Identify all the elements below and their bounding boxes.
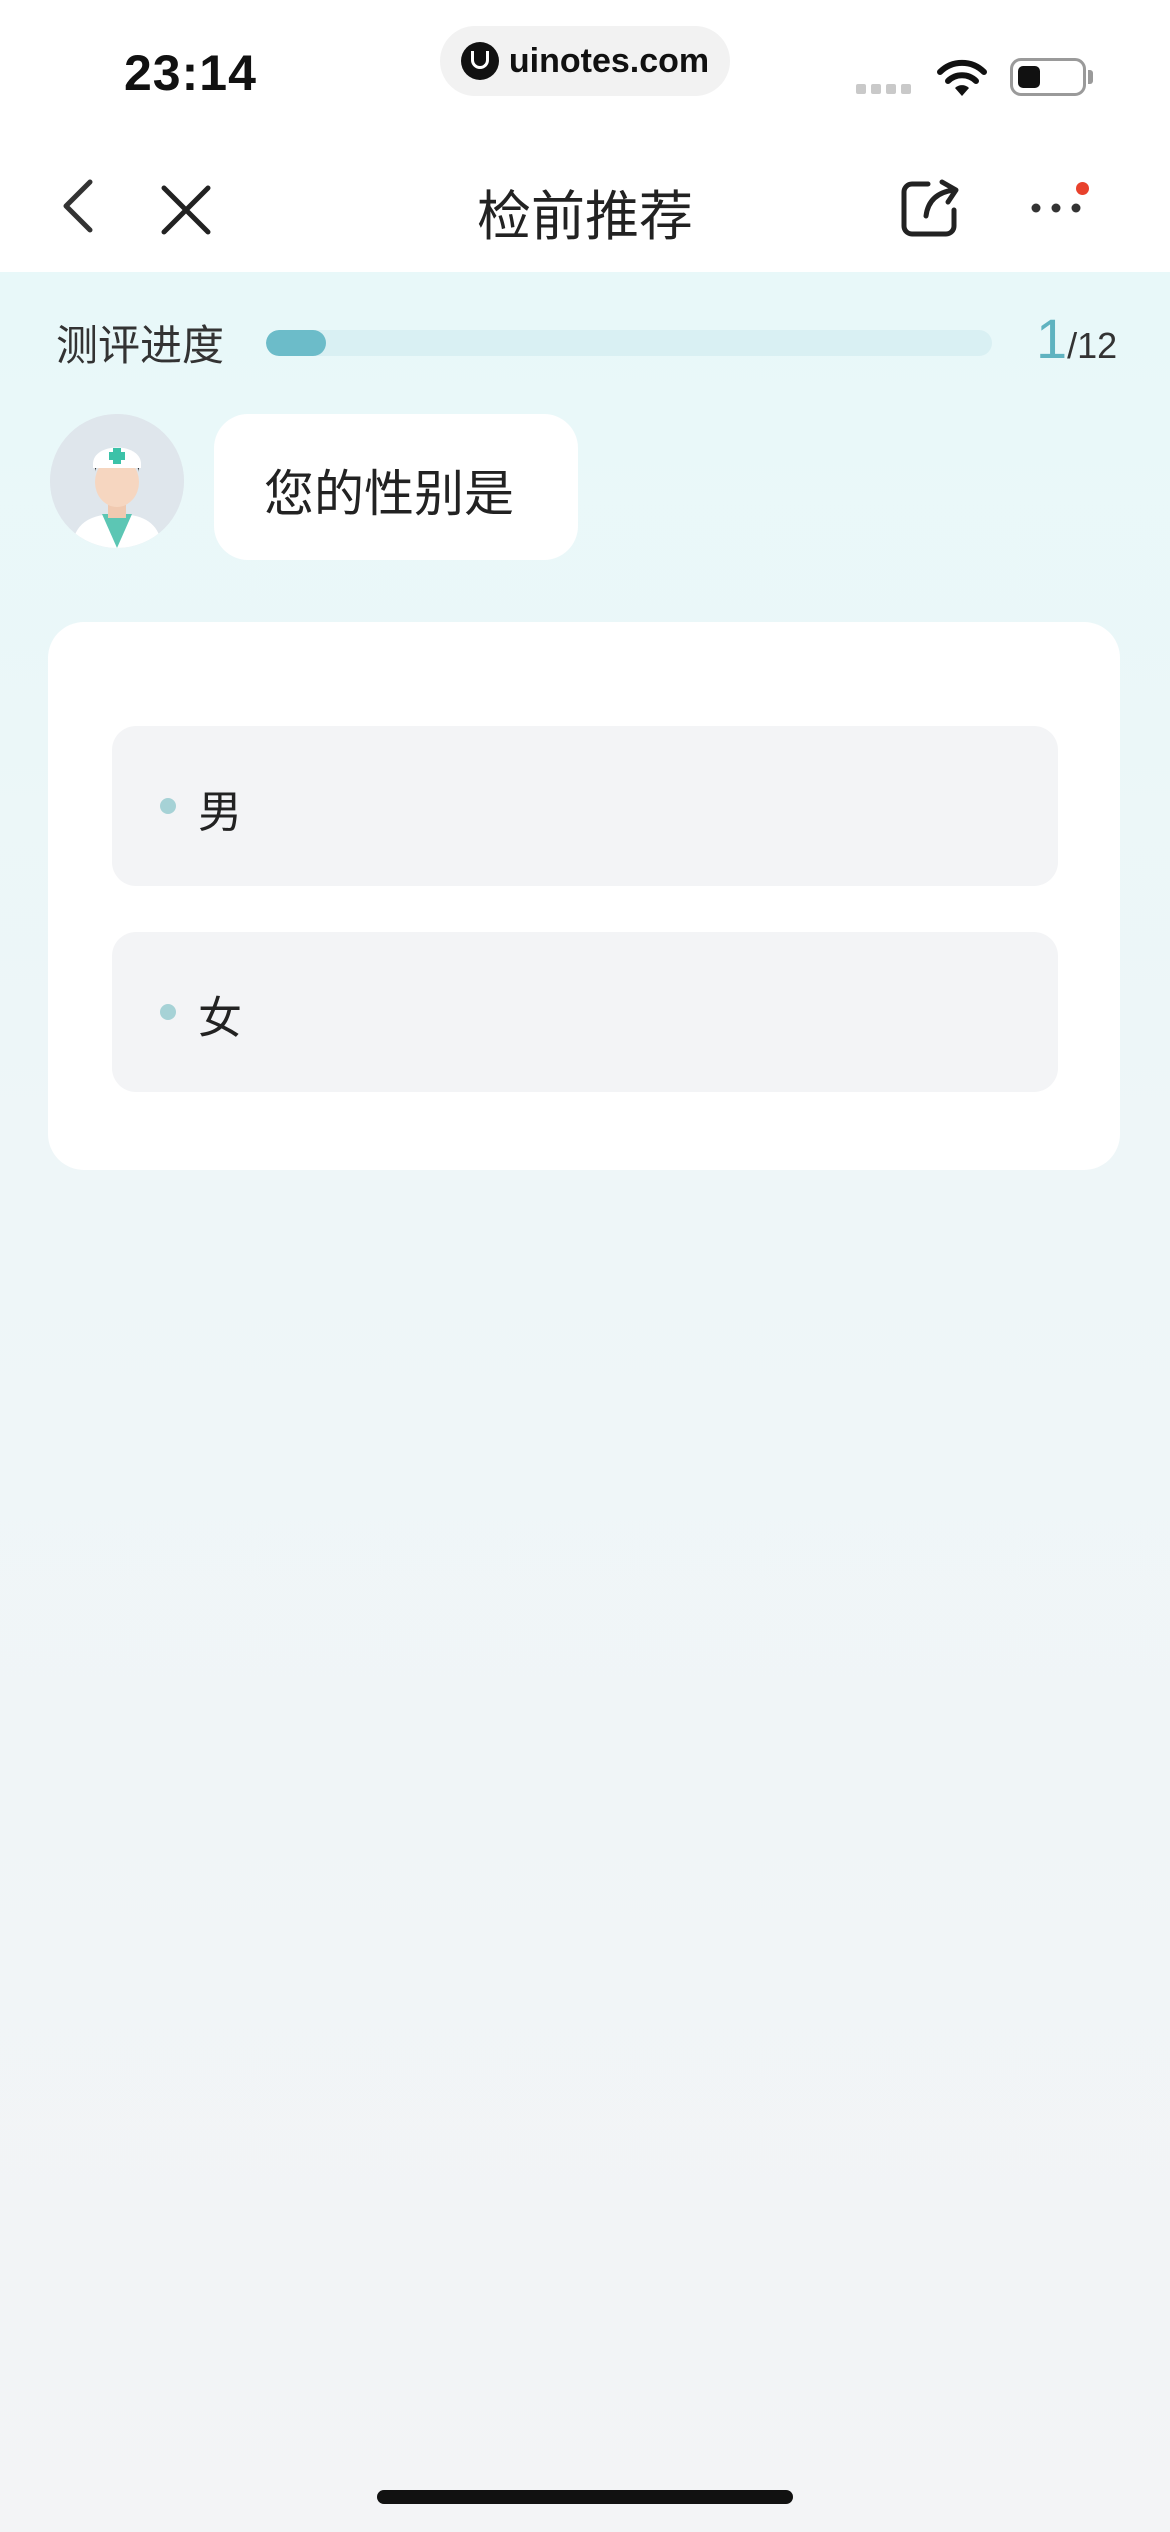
option-bullet-icon xyxy=(160,1004,176,1020)
screen: 23:14 uinotes.com 检前推荐 测评进度 1/12 您的性别是 男… xyxy=(0,0,1170,2532)
url-text: uinotes.com xyxy=(508,41,710,80)
options-card: 男 女 xyxy=(48,622,1120,1170)
option-bullet-icon xyxy=(160,798,176,814)
cellular-signal-icon xyxy=(856,84,911,94)
progress-fill xyxy=(266,330,327,356)
status-time: 23:14 xyxy=(124,45,257,101)
progress-total: /12 xyxy=(1067,325,1118,366)
url-pill[interactable]: uinotes.com xyxy=(440,26,730,96)
content-area: 测评进度 1/12 您的性别是 男 女 xyxy=(0,272,1170,2532)
site-logo-icon xyxy=(460,42,499,80)
status-bar: 23:14 uinotes.com xyxy=(0,0,1170,140)
nav-bar: 检前推荐 xyxy=(0,140,1170,272)
option-male[interactable]: 男 xyxy=(112,726,1058,886)
battery-cap xyxy=(1088,70,1093,84)
doctor-avatar xyxy=(50,414,184,548)
progress-current: 1 xyxy=(1036,307,1068,370)
question-bubble: 您的性别是 xyxy=(214,414,578,560)
progress-count: 1/12 xyxy=(1036,306,1117,371)
option-female[interactable]: 女 xyxy=(112,932,1058,1092)
wifi-icon xyxy=(937,59,987,96)
page-title: 检前推荐 xyxy=(477,185,693,248)
share-icon[interactable] xyxy=(900,178,960,238)
progress-bar xyxy=(266,330,992,356)
more-icon[interactable] xyxy=(1028,200,1084,216)
doctor-avatar-icon xyxy=(50,414,184,548)
home-indicator[interactable] xyxy=(377,2490,793,2504)
battery-level xyxy=(1018,66,1040,88)
battery-icon xyxy=(1010,58,1086,96)
notification-dot xyxy=(1076,182,1089,195)
option-label: 男 xyxy=(198,787,242,838)
question-text: 您的性别是 xyxy=(264,465,514,523)
option-label: 女 xyxy=(198,993,242,1044)
progress-label: 测评进度 xyxy=(56,321,225,370)
